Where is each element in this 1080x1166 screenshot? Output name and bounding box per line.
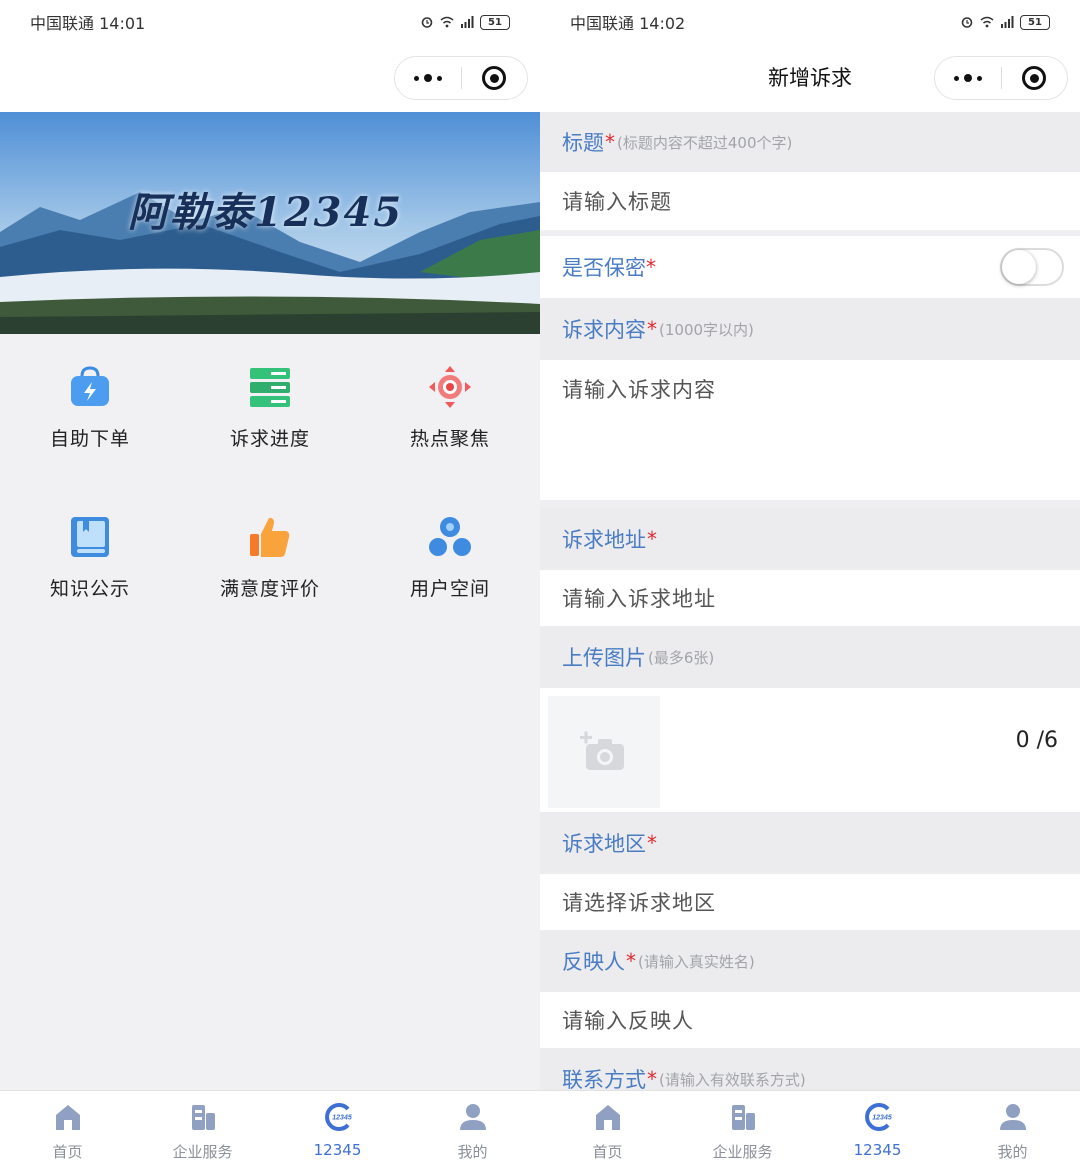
- building-icon: [191, 1105, 215, 1130]
- image-count: 0 /6: [1015, 728, 1058, 753]
- tab-mine[interactable]: 我的: [945, 1091, 1080, 1166]
- menu-item-self-order[interactable]: 自助下单: [0, 334, 180, 464]
- carrier-time: 中国联通 14:02: [570, 14, 686, 33]
- menu-item-satisfaction[interactable]: 满意度评价: [180, 484, 360, 614]
- home-banner[interactable]: 阿勒泰12345: [0, 112, 540, 334]
- hotline-12345-icon: 12345: [864, 1103, 892, 1131]
- required-mark: *: [647, 317, 657, 341]
- menu-item-hotspot[interactable]: 热点聚焦: [360, 334, 540, 464]
- add-photo-button[interactable]: [548, 696, 660, 808]
- menu-item-knowledge[interactable]: 知识公示: [0, 484, 180, 614]
- required-mark: *: [647, 527, 657, 551]
- required-mark: *: [647, 1067, 657, 1091]
- home-icon: [55, 1105, 80, 1130]
- status-bar: 中国联通 14:01 51: [0, 0, 540, 44]
- more-menu-button[interactable]: [395, 57, 461, 99]
- svg-text:12345: 12345: [332, 1115, 352, 1122]
- required-mark: *: [605, 130, 615, 154]
- home-screen: 中国联通 14:01 51 阿勒泰12345 自助下单 诉求进度 热点聚焦 知识…: [0, 0, 540, 1166]
- wifi-icon: [440, 16, 454, 28]
- mini-program-capsule: [394, 56, 528, 100]
- banner-title: 阿勒泰12345: [128, 189, 404, 236]
- bottom-tab-bar: 首页 企业服务 12345 12345 我的: [540, 1090, 1080, 1166]
- progress-stack-icon: [250, 368, 290, 407]
- svg-text:12345: 12345: [872, 1115, 892, 1122]
- tab-enterprise[interactable]: 企业服务: [675, 1091, 810, 1166]
- quick-order-bag-icon: [71, 366, 109, 406]
- add-camera-icon: [580, 731, 624, 770]
- navigation-bar: 新增诉求: [540, 44, 1080, 112]
- reporter-input[interactable]: 请输入反映人: [540, 992, 1080, 1048]
- battery-level: 51: [1020, 14, 1050, 30]
- content-section-header: 诉求内容 * (1000字以内): [540, 298, 1080, 360]
- address-section-header: 诉求地址 *: [540, 508, 1080, 570]
- signal-icon: [461, 16, 474, 28]
- more-menu-button[interactable]: [935, 57, 1001, 99]
- tab-home[interactable]: 首页: [0, 1091, 135, 1166]
- person-icon: [459, 1104, 486, 1130]
- address-input[interactable]: 请输入诉求地址: [540, 570, 1080, 626]
- menu-item-progress[interactable]: 诉求进度: [180, 334, 360, 464]
- hotspot-target-icon: [429, 366, 471, 408]
- mini-program-capsule: [934, 56, 1068, 100]
- tab-12345[interactable]: 12345 12345: [270, 1091, 405, 1166]
- confidential-row: 是否保密 *: [540, 236, 1080, 298]
- new-request-screen: 中国联通 14:02 51 新增诉求 标题 * (标题内容不超过400个字) 请…: [540, 0, 1080, 1166]
- thumbs-up-icon: [250, 517, 290, 557]
- title-section-header: 标题 * (标题内容不超过400个字): [540, 112, 1080, 172]
- navigation-bar: [0, 44, 540, 112]
- knowledge-book-icon: [71, 517, 109, 557]
- signal-icon: [1001, 16, 1014, 28]
- status-bar: 中国联通 14:02 51: [540, 0, 1080, 44]
- hotline-12345-icon: 12345: [324, 1103, 352, 1131]
- tab-mine[interactable]: 我的: [405, 1091, 540, 1166]
- close-mini-program-button[interactable]: [1002, 57, 1068, 99]
- images-section-header: 上传图片 (最多6张): [540, 626, 1080, 688]
- alarm-icon: [961, 17, 973, 28]
- tab-home[interactable]: 首页: [540, 1091, 675, 1166]
- region-select[interactable]: 请选择诉求地区: [540, 874, 1080, 930]
- wifi-icon: [980, 16, 994, 28]
- battery-level: 51: [480, 14, 510, 30]
- content-textarea[interactable]: 请输入诉求内容: [540, 360, 1080, 500]
- required-mark: *: [647, 831, 657, 855]
- image-upload-row: 0 /6: [540, 688, 1080, 812]
- required-mark: *: [646, 255, 656, 279]
- region-section-header: 诉求地区 *: [540, 812, 1080, 874]
- confidential-toggle[interactable]: [1000, 248, 1064, 286]
- person-icon: [999, 1104, 1026, 1130]
- close-mini-program-button[interactable]: [462, 57, 528, 99]
- title-input[interactable]: 请输入标题: [540, 172, 1080, 230]
- menu-item-user-space[interactable]: 用户空间: [360, 484, 540, 614]
- reporter-section-header: 反映人 * (请输入真实姓名): [540, 930, 1080, 992]
- tab-enterprise[interactable]: 企业服务: [135, 1091, 270, 1166]
- bottom-tab-bar: 首页 企业服务 12345 12345 我的: [0, 1090, 540, 1166]
- required-mark: *: [626, 949, 636, 973]
- tab-12345[interactable]: 12345 12345: [810, 1091, 945, 1166]
- building-icon: [731, 1105, 755, 1130]
- alarm-icon: [421, 17, 433, 28]
- carrier-time: 中国联通 14:01: [30, 14, 146, 33]
- home-icon: [595, 1105, 620, 1130]
- user-space-icon: [429, 517, 471, 556]
